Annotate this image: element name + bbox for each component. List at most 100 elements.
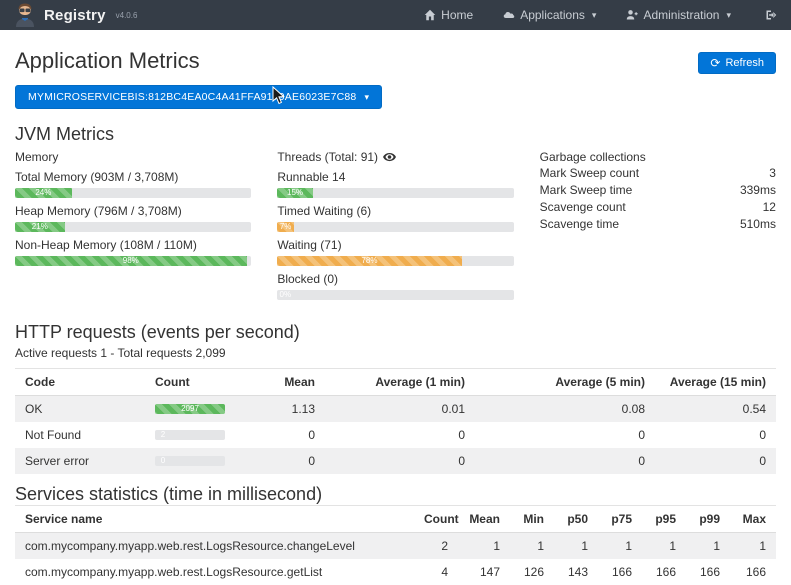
- jvm-metric: Heap Memory (796M / 3,708M) 21%: [15, 204, 251, 232]
- service-stat-value: 166: [598, 559, 642, 585]
- http-count-cell: 2097: [145, 396, 265, 423]
- column-header: Average (5 min): [475, 369, 655, 396]
- column-header: Code: [15, 369, 145, 396]
- gc-stat-label: Scavenge count: [540, 200, 626, 214]
- memory-column: Memory Total Memory (903M / 3,708M) 24% …: [15, 150, 251, 300]
- chevron-down-icon: ▾: [364, 92, 369, 103]
- gc-stat-value: 339ms: [740, 183, 776, 197]
- http-mean-cell: 0: [265, 422, 325, 448]
- count-value-label: 0: [161, 456, 165, 465]
- service-stat-value: 1: [642, 533, 686, 560]
- column-header: Min: [510, 506, 554, 533]
- column-header: p75: [598, 506, 642, 533]
- http-request-row: Server error 0 0 0 0 0: [15, 448, 776, 474]
- column-header: Count: [414, 506, 458, 533]
- progress-bar: 24%: [15, 188, 72, 198]
- refresh-button-label: Refresh: [725, 57, 764, 69]
- progress-track: 0%: [277, 290, 513, 300]
- app-version: v4.0.6: [116, 11, 138, 20]
- metric-label: Runnable 14: [277, 170, 513, 184]
- http-avg1-cell: 0: [325, 422, 475, 448]
- http-avg15-cell: 0.54: [655, 396, 776, 423]
- service-stat-value: 4: [414, 559, 458, 585]
- gc-stat-label: Scavenge time: [540, 217, 619, 231]
- progress-percent-label: 98%: [123, 256, 139, 265]
- eye-icon[interactable]: [383, 152, 396, 162]
- http-count-cell: 0: [145, 448, 265, 474]
- service-stat-value: 1: [510, 533, 554, 560]
- progress-track: 24%: [15, 188, 251, 198]
- user-plus-icon: [626, 9, 638, 21]
- column-header: Average (15 min): [655, 369, 776, 396]
- service-stat-value: 143: [554, 559, 598, 585]
- column-header: Max: [730, 506, 776, 533]
- column-header: p95: [642, 506, 686, 533]
- services-statistics-heading: Services statistics (time in millisecond…: [15, 484, 776, 505]
- service-stat-value: 166: [642, 559, 686, 585]
- gc-stat-value: 12: [763, 200, 776, 214]
- http-table-header-row: CodeCountMeanAverage (1 min)Average (5 m…: [15, 369, 776, 396]
- instance-selector-label: MYMICROSERVICEBIS:812BC4EA0C4A41FFA9179A…: [28, 91, 356, 103]
- service-name-cell: com.mycompany.myapp.web.rest.LogsResourc…: [15, 533, 414, 560]
- service-stat-value: 166: [686, 559, 730, 585]
- metric-label: Non-Heap Memory (108M / 110M): [15, 238, 251, 252]
- progress-percent-label: 0%: [280, 290, 292, 299]
- threads-column: Threads (Total: 91) Runnable 14 15% Time…: [277, 150, 513, 300]
- cloud-icon: [503, 9, 515, 21]
- chevron-down-icon: ▾: [592, 10, 597, 21]
- gc-stat-row: Scavenge count 12: [540, 198, 776, 215]
- memory-title: Memory: [15, 150, 251, 164]
- nav-item-administration[interactable]: Administration ▾: [626, 8, 731, 22]
- service-name-cell: com.mycompany.myapp.web.rest.LogsResourc…: [15, 559, 414, 585]
- service-stat-value: 166: [730, 559, 776, 585]
- progress-bar: 15%: [277, 188, 312, 198]
- sign-out-icon: [765, 9, 777, 21]
- http-code-cell: Not Found: [15, 422, 145, 448]
- service-stat-value: 126: [510, 559, 554, 585]
- refresh-icon: ⟳: [710, 57, 720, 69]
- http-count-cell: 2: [145, 422, 265, 448]
- count-value-label: 2097: [181, 404, 199, 413]
- column-header: Service name: [15, 506, 414, 533]
- progress-bar: 7%: [277, 222, 294, 232]
- gc-stat-label: Mark Sweep time: [540, 183, 633, 197]
- services-statistics-table: Service nameCountMeanMinp50p75p95p99Max …: [15, 505, 776, 585]
- progress-percent-label: 21%: [32, 222, 48, 231]
- count-progress-bar: 2: [155, 430, 171, 440]
- nav-item-applications[interactable]: Applications ▾: [503, 8, 596, 22]
- brand[interactable]: Registry v4.0.6: [14, 3, 137, 27]
- count-progress-track: 2: [155, 430, 225, 440]
- jvm-metric: Non-Heap Memory (108M / 110M) 98%: [15, 238, 251, 266]
- instance-selector-dropdown[interactable]: MYMICROSERVICEBIS:812BC4EA0C4A41FFA9179A…: [15, 85, 382, 109]
- gc-stat-row: Scavenge time 510ms: [540, 215, 776, 232]
- gc-stat-row: Mark Sweep time 339ms: [540, 181, 776, 198]
- count-progress-track: 2097: [155, 404, 225, 414]
- gc-column: Garbage collections Mark Sweep count 3 M…: [540, 150, 776, 300]
- http-requests-table: CodeCountMeanAverage (1 min)Average (5 m…: [15, 368, 776, 474]
- service-stat-value: 1: [686, 533, 730, 560]
- gc-stat-value: 3: [769, 166, 776, 180]
- http-code-cell: Server error: [15, 448, 145, 474]
- chevron-down-icon: ▾: [726, 10, 731, 21]
- service-stat-value: 147: [458, 559, 510, 585]
- gc-stat-row: Mark Sweep count 3: [540, 164, 776, 181]
- service-stat-value: 1: [598, 533, 642, 560]
- home-icon: [424, 9, 436, 21]
- metric-label: Heap Memory (796M / 3,708M): [15, 204, 251, 218]
- service-stat-row: com.mycompany.myapp.web.rest.LogsResourc…: [15, 559, 776, 585]
- sign-out-button[interactable]: [765, 9, 777, 21]
- progress-percent-label: 7%: [280, 222, 292, 231]
- services-table-header-row: Service nameCountMeanMinp50p75p95p99Max: [15, 506, 776, 533]
- nav-item-home[interactable]: Home: [424, 8, 473, 22]
- http-avg15-cell: 0: [655, 422, 776, 448]
- jvm-metrics-heading: JVM Metrics: [15, 124, 776, 145]
- jvm-metric: Blocked (0) 0%: [277, 272, 513, 300]
- metric-label: Waiting (71): [277, 238, 513, 252]
- progress-percent-label: 24%: [35, 188, 51, 197]
- progress-percent-label: 15%: [287, 188, 303, 197]
- http-avg5-cell: 0.08: [475, 396, 655, 423]
- refresh-button[interactable]: ⟳ Refresh: [698, 52, 776, 74]
- threads-title: Threads (Total: 91): [277, 150, 378, 164]
- progress-track: 7%: [277, 222, 513, 232]
- metric-label: Total Memory (903M / 3,708M): [15, 170, 251, 184]
